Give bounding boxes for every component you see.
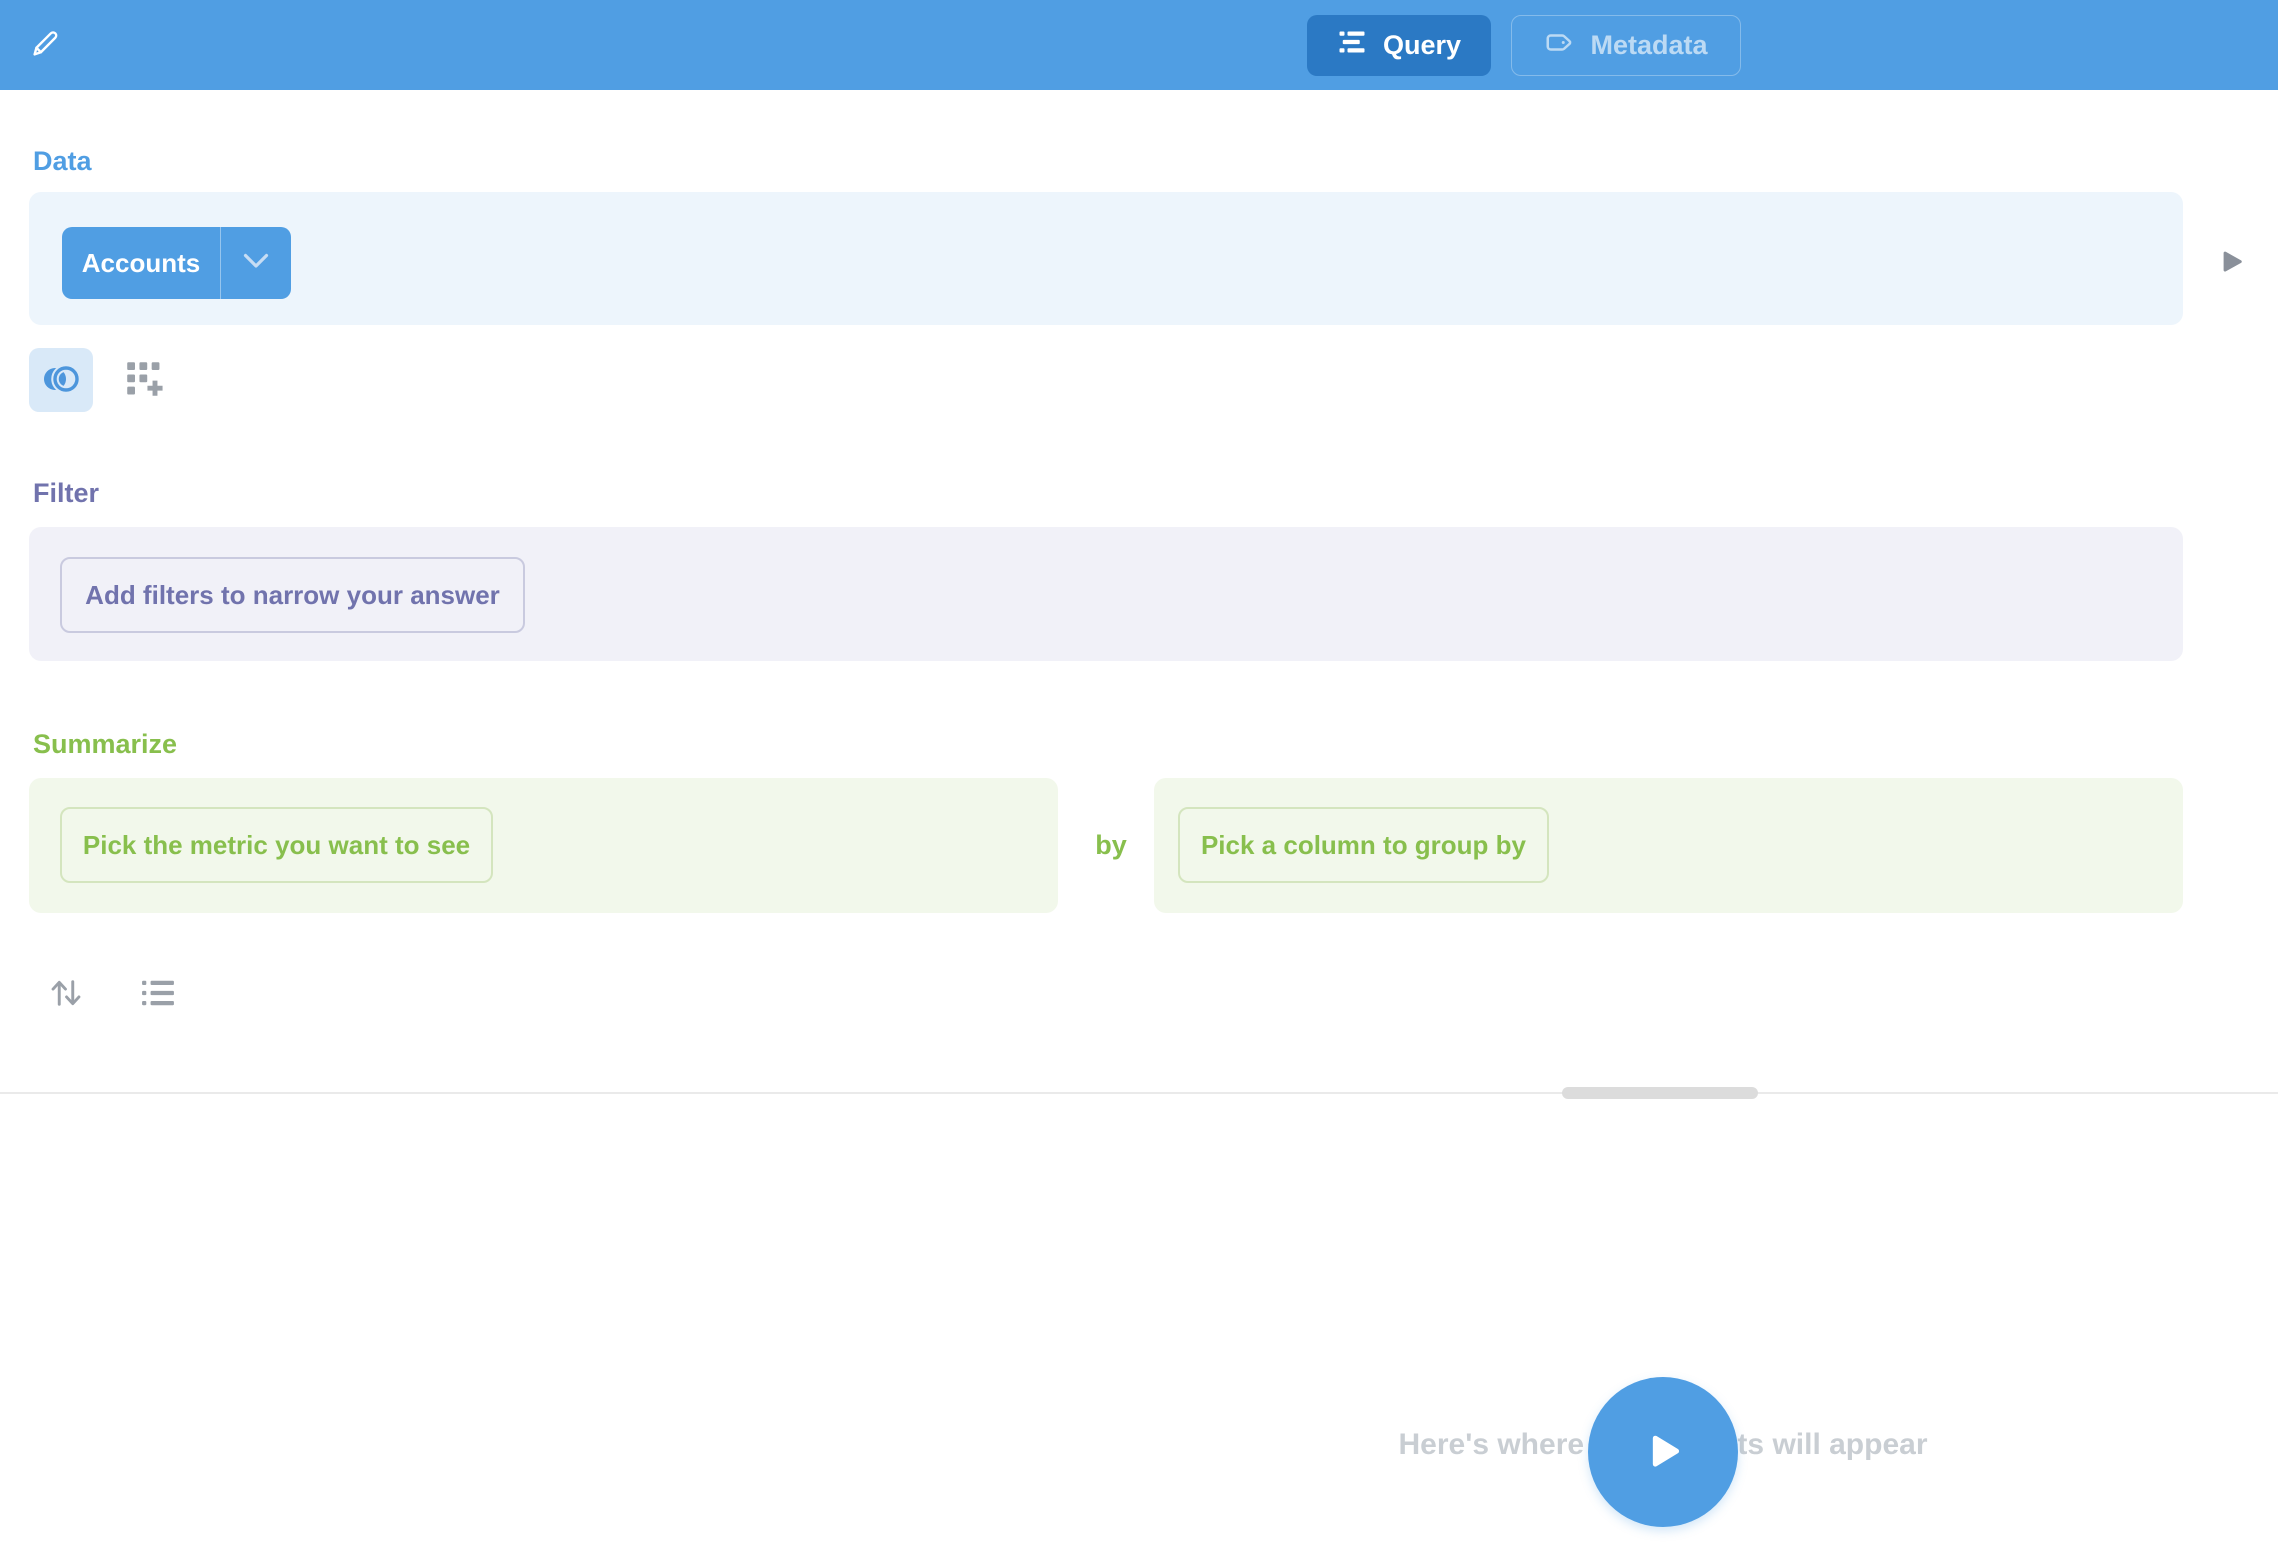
data-table-button[interactable]: Accounts (62, 227, 291, 299)
preview-play-icon (2220, 249, 2244, 280)
pick-metric-button-label: Pick the metric you want to see (83, 830, 470, 861)
sort-step-button[interactable] (44, 972, 88, 1016)
edit-title-button[interactable] (24, 24, 66, 66)
data-step-preview-button[interactable] (2216, 248, 2248, 280)
data-table-button-label[interactable]: Accounts (62, 227, 220, 299)
notebook-editor: Query Metadata Data Accounts (0, 0, 2278, 1542)
notebook-list-icon (1337, 27, 1367, 64)
sort-icon (48, 975, 84, 1014)
results-divider-handle[interactable] (1562, 1087, 1758, 1099)
join-icon (40, 363, 82, 398)
summarize-by-label: by (1076, 778, 1146, 913)
chevron-down-icon (243, 253, 269, 274)
custom-column-icon (125, 360, 165, 403)
summarize-groupby-panel: Pick a column to group by (1154, 778, 2183, 913)
play-icon (1643, 1429, 1683, 1476)
header-bar: Query Metadata (0, 0, 2278, 90)
run-query-button[interactable] (1588, 1377, 1738, 1527)
add-filters-button-label: Add filters to narrow your answer (85, 580, 500, 611)
row-limit-button[interactable] (136, 972, 180, 1016)
view-toggle: Query Metadata (1307, 15, 1741, 76)
data-section-heading: Data (33, 144, 92, 178)
pencil-icon (29, 28, 61, 63)
pick-group-column-button-label: Pick a column to group by (1201, 830, 1526, 861)
results-divider (0, 1092, 2278, 1094)
data-table-picker-toggle[interactable] (220, 227, 291, 299)
tab-metadata[interactable]: Metadata (1511, 15, 1741, 76)
tag-icon (1544, 27, 1574, 64)
list-limit-icon (141, 978, 175, 1011)
tab-query-label: Query (1383, 30, 1461, 61)
summarize-section-heading: Summarize (33, 727, 177, 761)
summarize-metric-panel: Pick the metric you want to see (29, 778, 1058, 913)
filter-section-heading: Filter (33, 476, 99, 510)
custom-column-button[interactable] (120, 356, 170, 406)
pick-metric-button[interactable]: Pick the metric you want to see (60, 807, 493, 883)
add-filters-button[interactable]: Add filters to narrow your answer (60, 557, 525, 633)
join-data-button[interactable] (29, 348, 93, 412)
tab-metadata-label: Metadata (1590, 30, 1707, 61)
data-step-panel: Accounts (29, 192, 2183, 325)
filter-step-panel: Add filters to narrow your answer (29, 527, 2183, 661)
tab-query[interactable]: Query (1307, 15, 1491, 76)
pick-group-column-button[interactable]: Pick a column to group by (1178, 807, 1549, 883)
